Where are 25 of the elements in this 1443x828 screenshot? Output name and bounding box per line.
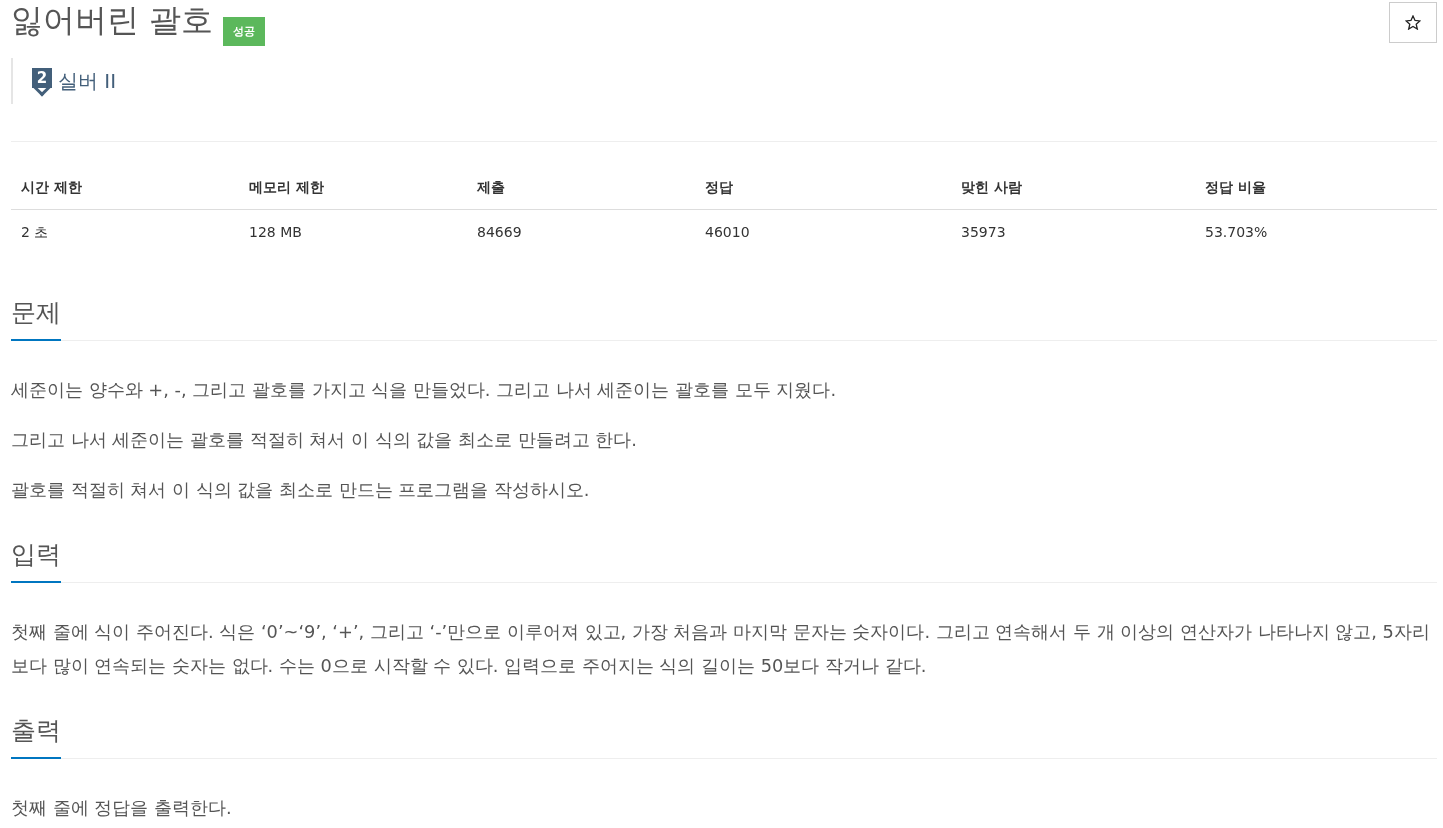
table-cell-text: 35973 <box>960 223 1007 242</box>
section-heading: 입력 <box>11 540 61 583</box>
column-header: 정답 비율 <box>1195 164 1437 210</box>
table-cell-text: 53.703% <box>1204 223 1269 242</box>
section-heading: 출력 <box>11 716 61 759</box>
column-header: 메모리 제한 <box>239 164 467 210</box>
table-cell-text: 46010 <box>704 223 751 242</box>
tier-badge: 2 <box>32 67 52 95</box>
tier-name: 실버 II <box>58 67 117 95</box>
problem-title: 잃어버린 괄호 <box>11 0 214 40</box>
description-paragraph: 첫째 줄에 식이 주어진다. 식은 ‘0’~‘9’, ‘+’, 그리고 ‘-’만으로 이루어져 있고, 가장 처음과 마지막 문자는 숫자이다. 그리고 연속해서 두 개 이상의 연산자가 나타나지 않고, 5자리보다 많이 연속되는 숫자는 없다. 수는 0으로 시작할 수 있다. 입력으로 주어지는 식의 길이는 50보다 작거나 같다. <box>11 620 1431 678</box>
column-header: 제출 <box>467 164 695 210</box>
table-cell-text: 2 초 <box>20 223 50 242</box>
result-label: 성공 <box>223 17 266 46</box>
description-paragraph: 괄호를 적절히 쳐서 이 식의 값을 최소로 만드는 프로그램을 작성하시오. <box>11 478 591 502</box>
description-paragraph: 그리고 나서 세준이는 괄호를 적절히 쳐서 이 식의 값을 최소로 만들려고 한다. <box>11 428 638 452</box>
column-header: 맞힌 사람 <box>951 164 1195 210</box>
column-header: 정답 <box>695 164 951 210</box>
description-paragraph: 첫째 줄에 정답을 출력한다. <box>11 796 233 820</box>
section-heading: 문제 <box>11 298 61 341</box>
table-cell-text: 84669 <box>476 223 523 242</box>
favorite-button[interactable] <box>1389 2 1437 43</box>
table-cell-text: 128 MB <box>248 223 303 242</box>
column-header: 시간 제한 <box>11 164 239 210</box>
description-paragraph: 세준이는 양수와 +, -, 그리고 괄호를 가지고 식을 만들었다. 그리고 나서 세준이는 괄호를 모두 지웠다. <box>11 378 838 402</box>
